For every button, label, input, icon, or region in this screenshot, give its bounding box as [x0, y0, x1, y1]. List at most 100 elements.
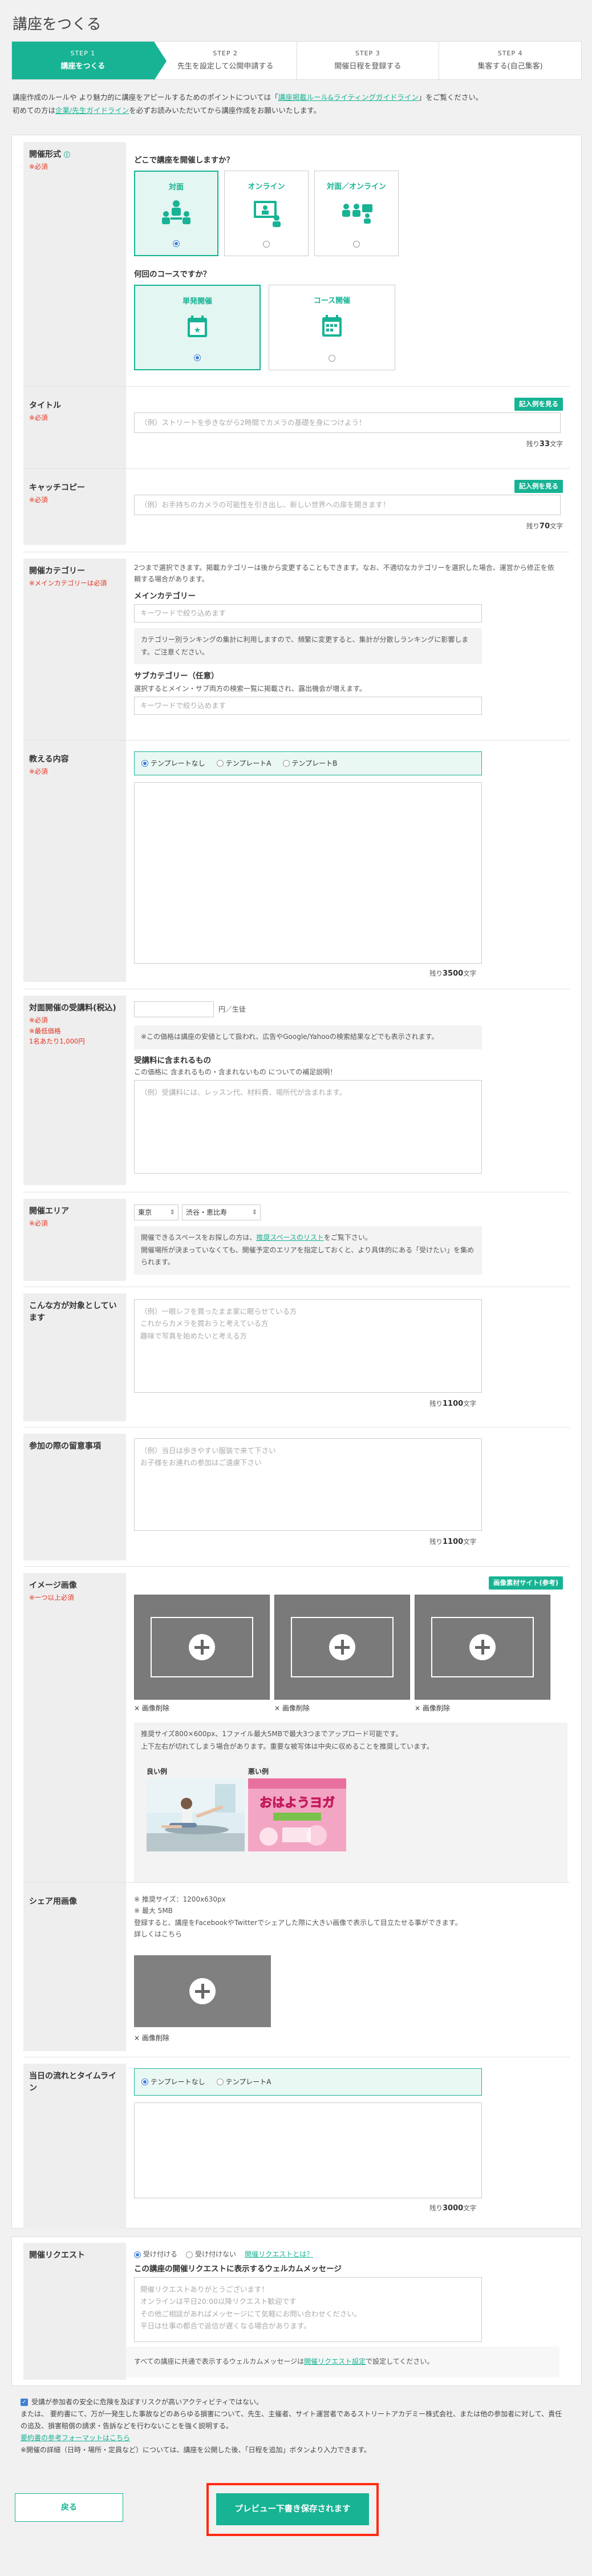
- template-radio[interactable]: [216, 2078, 224, 2085]
- image-upload-slot-3[interactable]: [415, 1595, 550, 1700]
- image-material-site-button[interactable]: 画像素材サイト(参考): [488, 1576, 563, 1590]
- title-input[interactable]: （例）ストリートを歩きながら2時間でカメラの基礎を身につけよう！: [134, 413, 561, 433]
- fee-includes-textarea[interactable]: （例）受講料には、レッスン代、材料費、場所代が含まれます。: [134, 1080, 482, 1174]
- sub-category-input[interactable]: キーワードで絞り込めます: [134, 697, 482, 715]
- catch-content: 記入例を見る （例）お手持ちのカメラの可能性を引き出し、新しい世界への扉を開きま…: [126, 475, 570, 545]
- format-option-hybrid[interactable]: 対面／オンライン: [314, 171, 399, 256]
- template-none[interactable]: テンプレートなし: [141, 2077, 205, 2087]
- counter-text: 残り: [526, 522, 540, 530]
- title-counter: 残り33文字: [526, 439, 563, 450]
- content-textarea[interactable]: [134, 782, 482, 964]
- catch-example-button[interactable]: 記入例を見る: [514, 480, 563, 494]
- request-footnote: すべての講座に共通で表示するウェルカムメッセージは開催リクエスト設定で設定してく…: [126, 2347, 559, 2377]
- prefecture-select[interactable]: 東京: [134, 1204, 179, 1220]
- intro-text: 講座作成のルールや より魅力的に講座をアピールするためのポイントについては「講座…: [13, 91, 577, 117]
- step-2: STEP 2 先生を設定して公開申請する: [155, 42, 297, 79]
- content-template-selector: テンプレートなし テンプレートA テンプレートB: [134, 751, 482, 775]
- request-radio[interactable]: [186, 2251, 193, 2258]
- template-label: テンプレートB: [291, 759, 338, 767]
- request-radio[interactable]: [134, 2251, 141, 2258]
- request-row: 開催リクエスト 受け付ける 受け付けない 開催リクエストとは？ この講座の開催リ…: [23, 2243, 570, 2380]
- bad-example-banner: おはようヨガ: [259, 1796, 335, 1810]
- label-text: 対面開催の受講料(税込): [29, 1004, 116, 1013]
- title-example-button[interactable]: 記入例を見る: [514, 398, 563, 411]
- template-radio[interactable]: [141, 2078, 148, 2085]
- plus-icon[interactable]: [329, 1634, 355, 1660]
- image-upload-slot-2[interactable]: [274, 1595, 410, 1700]
- option-label: 対面／オンライン: [326, 183, 386, 191]
- plus-icon[interactable]: [189, 1634, 215, 1660]
- required-mark: ※必須: [29, 163, 48, 171]
- share-image-delete[interactable]: × 画像削除: [134, 2033, 169, 2043]
- image-upload-slot-1[interactable]: [134, 1595, 270, 1700]
- label-text: タイトル: [29, 401, 61, 410]
- target-label: こんな方が対象としています: [23, 1293, 126, 1421]
- option-radio[interactable]: [263, 241, 270, 248]
- template-a[interactable]: テンプレートA: [216, 758, 271, 769]
- preview-save-button[interactable]: プレビュー下書き保存されます: [216, 2493, 369, 2525]
- target-counter: 残り1100文字: [429, 1398, 476, 1410]
- image-delete-3[interactable]: × 画像削除: [415, 1703, 450, 1713]
- teacher-guideline-link[interactable]: 企業/先生ガイドライン: [55, 106, 129, 115]
- label-text: 教える内容: [29, 755, 69, 764]
- recommended-space-link[interactable]: 推奨スペースのリスト: [256, 1234, 324, 1242]
- step-label: 集客する(自己集客): [477, 62, 543, 71]
- course-option-series[interactable]: コース開催: [269, 285, 395, 370]
- back-button[interactable]: 戻る: [15, 2493, 123, 2522]
- agreement-text: 受講が参加者の安全に危険を及ぼすリスクが高いアクティビティではない。: [31, 2398, 263, 2406]
- intro-text-part: 講座作成のルールや より魅力的に講座をアピールするためのポイントについては「: [13, 93, 278, 102]
- svg-text:★: ★: [194, 326, 201, 335]
- option-radio[interactable]: [353, 241, 360, 248]
- format-option-in-person[interactable]: 対面: [134, 171, 218, 256]
- agreement-text: ※開催の詳細（日時・場所・定員など）については、講座を公開した後、「日程を追加」…: [21, 2446, 371, 2454]
- help-icon[interactable]: ⓘ: [64, 151, 70, 159]
- sub-category-description: 選択するとメイン・サブ両方の検索一覧に掲載され、露出機会が増えます。: [134, 685, 366, 693]
- notice-textarea[interactable]: （例）当日は歩きやすい服装で来て下さい お子様をお連れの参加はご遠慮下さい: [134, 1438, 482, 1531]
- city-select[interactable]: 渋谷・恵比寿: [182, 1204, 261, 1220]
- plus-icon[interactable]: [189, 1978, 216, 2004]
- request-reject[interactable]: 受け付けない: [186, 2250, 236, 2258]
- target-textarea[interactable]: （例）一眼レフを買ったまま家に眠らせている方 これからカメラを買おうと考えている…: [134, 1299, 482, 1393]
- course-option-single[interactable]: 単発開催 ★: [134, 285, 261, 370]
- template-label: テンプレートなし: [151, 759, 205, 767]
- share-image-upload[interactable]: [134, 1955, 271, 2027]
- fee-input[interactable]: [134, 1001, 214, 1017]
- share-more-link[interactable]: 詳しくはこちら: [134, 1928, 482, 1940]
- fee-includes-title: 受講料に含まれるもの: [134, 1056, 211, 1065]
- template-label: テンプレートA: [225, 759, 271, 767]
- sub-category-title: サブカテゴリー（任意）: [134, 672, 219, 681]
- template-radio[interactable]: [141, 760, 148, 767]
- required-mark: ※最低価格: [29, 1027, 61, 1036]
- counter-text: 残り: [429, 2204, 443, 2212]
- counter-text: 残り: [429, 1400, 443, 1408]
- option-radio[interactable]: [194, 354, 201, 361]
- option-radio[interactable]: [329, 355, 335, 362]
- image-delete-1[interactable]: × 画像削除: [134, 1703, 169, 1713]
- template-a[interactable]: テンプレートA: [216, 2077, 271, 2087]
- counter-text: 文字: [463, 2204, 477, 2212]
- agreement-format-link[interactable]: 要約書の参考フォーマットはこちら: [21, 2434, 130, 2442]
- catch-input[interactable]: （例）お手持ちのカメラの可能性を引き出し、新しい世界への扉を開きます！: [134, 495, 561, 515]
- request-settings-link[interactable]: 開催リクエスト設定: [304, 2357, 366, 2365]
- request-help-link[interactable]: 開催リクエストとは？: [245, 2250, 313, 2258]
- page-title: 講座をつくる: [13, 16, 102, 33]
- divider: [23, 1882, 570, 1883]
- flow-textarea[interactable]: [134, 2102, 482, 2198]
- template-radio[interactable]: [282, 760, 290, 767]
- option-radio[interactable]: [173, 240, 180, 247]
- format-option-online[interactable]: オンライン: [224, 171, 309, 256]
- template-radio[interactable]: [216, 760, 224, 767]
- catch-label: キャッチコピー ※必須: [23, 475, 126, 545]
- request-accept[interactable]: 受け付ける: [134, 2250, 177, 2258]
- guideline-link[interactable]: 講座掲載ルール&ライティングガイドライン: [278, 93, 419, 102]
- course-form: 開催形式 ⓘ ※必須 どこで講座を開催しますか？ 対面 オンライン 対面／オンライ…: [11, 135, 582, 2229]
- image-delete-2[interactable]: × 画像削除: [274, 1703, 310, 1713]
- welcome-message-textarea[interactable]: 開催リクエストありがとうございます！ オンラインは平日20:00以降リクエスト歓…: [134, 2277, 482, 2342]
- intro-text-part: 」をご覧ください。: [418, 93, 483, 102]
- plus-icon[interactable]: [469, 1634, 496, 1660]
- template-b[interactable]: テンプレートB: [282, 758, 338, 769]
- agreement-checkbox[interactable]: ✓: [21, 2399, 28, 2406]
- main-category-input[interactable]: キーワードで絞り込めます: [134, 604, 482, 622]
- fee-includes-description: この価格に 含まれるもの・含まれないもの についての補足説明！: [134, 1068, 337, 1076]
- template-none[interactable]: テンプレートなし: [141, 758, 205, 769]
